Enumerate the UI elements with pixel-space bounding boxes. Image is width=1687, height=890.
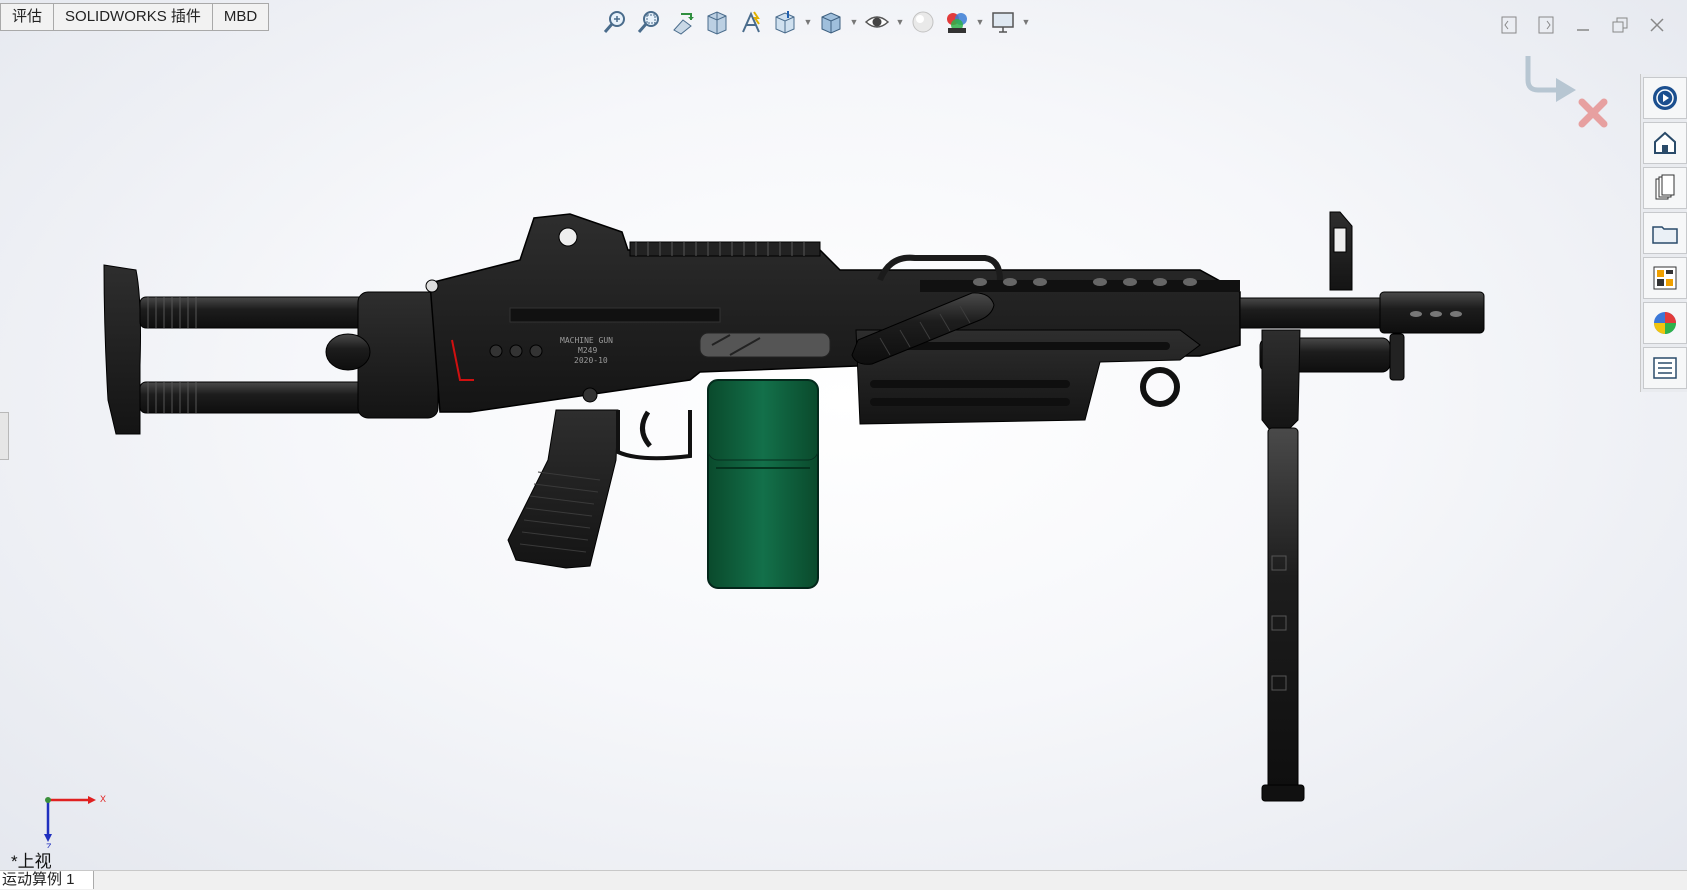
reference-triad: X Z (30, 788, 110, 852)
model-pistol-grip (507, 409, 692, 569)
model-bipod (1261, 329, 1305, 802)
marking-machine-gun: MACHINE GUN (560, 336, 613, 345)
model-gun[interactable]: MACHINE GUN M249 2020-10 (0, 0, 1687, 870)
model-magazine (707, 379, 819, 589)
motion-study-tab[interactable]: 运动算例 1 (0, 871, 94, 889)
model-stock (103, 264, 439, 435)
marking-model: M249 (578, 346, 597, 355)
model-receiver: MACHINE GUN M249 2020-10 (425, 213, 1241, 413)
triad-x-label: X (100, 794, 106, 804)
graphics-area[interactable]: 评估 SOLIDWORKS 插件 MBD ▼ ▼ ▼ ▼ ▼ MACHINE G… (0, 0, 1687, 871)
view-orientation-label: *上视 (11, 852, 52, 871)
status-bar: 运动算例 1 (0, 870, 1687, 890)
marking-date: 2020-10 (574, 356, 608, 365)
